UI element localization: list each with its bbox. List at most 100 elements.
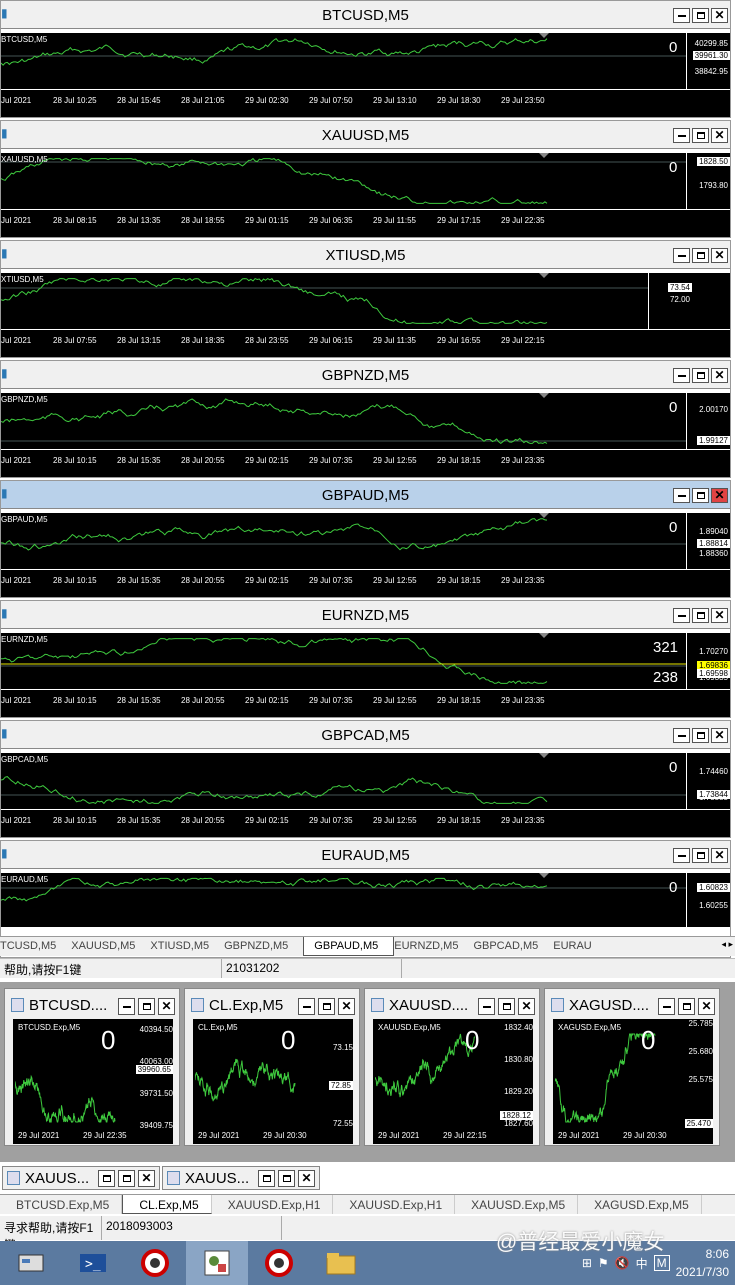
- chart-shift-marker[interactable]: [539, 273, 549, 278]
- chart-canvas[interactable]: BTCUSD,M5 0 40299.85 38842.95 39961.30 Jul 20…: [1, 33, 730, 117]
- maximize-button[interactable]: [692, 368, 709, 383]
- chart-shift-marker[interactable]: [539, 153, 549, 158]
- close-button[interactable]: ✕: [711, 728, 728, 743]
- title-bar[interactable]: ▮ GBPNZD,M5 ✕: [1, 361, 730, 389]
- terminal-app-icon-2[interactable]: [248, 1241, 310, 1285]
- tab-gbpnzd[interactable]: GBPNZD,M5: [224, 937, 303, 956]
- chart-window[interactable]: ▮ GBPAUD,M5 ✕ GBPAUD,M5 0 1.89040 1.88360 1.888…: [0, 480, 731, 598]
- chart-window[interactable]: ▮XTIUSD,M5✕ XTIUSD,M5072.0073.54Jul 20212…: [0, 240, 731, 358]
- minimized-window-2[interactable]: XAUUS... ✕: [162, 1166, 320, 1190]
- chart-canvas[interactable]: GBPCAD,M5 0 1.744601.735851.73844 Jul 2021 2…: [1, 753, 730, 837]
- time-axis[interactable]: Jul 2021 28 Jul 07:55 28 Jul 13:15 28 Jul 1…: [1, 329, 730, 357]
- mini-chart-canvas[interactable]: XAGUSD.Exp,M5 0 25.785 25.680 25.575 25.470 29…: [553, 1019, 713, 1144]
- title-bar[interactable]: ▮ XTIUSD,M5 ✕: [1, 241, 730, 269]
- chart-canvas[interactable]: XTIUSD,M5072.0073.54Jul 202128 Jul 07:55…: [1, 273, 730, 357]
- mini-chart-canvas[interactable]: CL.Exp,M5 0 73.15 72.55 72.85 29 Jul 2021 29 J…: [193, 1019, 353, 1144]
- minimize-button[interactable]: [673, 488, 690, 503]
- tab-euraud[interactable]: EURAU: [553, 937, 607, 956]
- tab-xauusd-h1[interactable]: XAUUSD.Exp,H1: [212, 1195, 334, 1214]
- minimize-button[interactable]: [673, 128, 690, 143]
- chart-shift-marker[interactable]: [539, 513, 549, 518]
- title-bar[interactable]: ▮ EURAUD,M5 ✕: [1, 841, 730, 869]
- maximize-button[interactable]: [498, 998, 515, 1015]
- minimize-button[interactable]: [298, 998, 315, 1015]
- close-button[interactable]: ✕: [518, 998, 535, 1015]
- mini-chart-window[interactable]: CL.Exp,M5 ✕ CL.Exp,M5 0 73.15 72.55 72.85 29 Ju…: [184, 988, 360, 1146]
- tab-xauusd-h1-2[interactable]: XAUUSD.Exp,H1: [333, 1195, 456, 1214]
- mini-chart-window[interactable]: BTCUSD.... ✕ BTCUSD.Exp,M5 0 40394.50 40063.0…: [4, 988, 180, 1146]
- server-manager-icon[interactable]: [0, 1241, 62, 1285]
- price-axis[interactable]: 40299.85 38842.95 39961.30: [686, 33, 730, 89]
- chart-shift-marker[interactable]: [539, 33, 549, 38]
- chart-window[interactable]: ▮XAUUSD,M5✕ XAUUSD,M501821.001793.801828.…: [0, 120, 731, 238]
- mini-chart-window[interactable]: XAUUSD.... ✕ XAUUSD.Exp,M5 0 1832.40 1830.80 1…: [364, 988, 540, 1146]
- chart-window[interactable]: ▮ BTCUSD,M5 ✕ BTCUSD,M5 0 40299.85 38842.95 399…: [0, 0, 731, 118]
- minimize-button[interactable]: [673, 8, 690, 23]
- price-axis[interactable]: 1821.001793.801828.50: [686, 153, 730, 209]
- volume-icon[interactable]: 🔇: [615, 1256, 630, 1270]
- price-axis[interactable]: 1.60255 1.60823: [686, 873, 730, 927]
- tab-gbpcad[interactable]: GBPCAD,M5: [473, 937, 553, 956]
- close-button[interactable]: ✕: [698, 998, 715, 1015]
- ime-indicator[interactable]: 中: [636, 1255, 648, 1272]
- close-button[interactable]: ✕: [711, 368, 728, 383]
- time-axis[interactable]: Jul 2021 28 Jul 10:15 28 Jul 15:35 28 Jul 2…: [1, 689, 730, 717]
- price-axis[interactable]: 1.702701.693351.698361.69598: [686, 633, 730, 689]
- maximize-button[interactable]: [118, 1170, 135, 1187]
- minimize-button[interactable]: [673, 368, 690, 383]
- folder-icon[interactable]: [310, 1241, 372, 1285]
- clock[interactable]: 8:06 2021/7/30: [676, 1245, 729, 1281]
- title-bar[interactable]: ▮ XAUUSD,M5 ✕: [1, 121, 730, 149]
- network-icon[interactable]: ⊞: [582, 1256, 592, 1270]
- terminal-app-icon[interactable]: [124, 1241, 186, 1285]
- minimized-window-1[interactable]: XAUUS... ✕: [2, 1166, 160, 1190]
- close-button[interactable]: ✕: [711, 8, 728, 23]
- maximize-button[interactable]: [692, 8, 709, 23]
- close-button[interactable]: ✕: [711, 608, 728, 623]
- price-axis[interactable]: 1.89040 1.88360 1.88814: [686, 513, 730, 569]
- title-bar[interactable]: ▮ BTCUSD,M5 ✕: [1, 1, 730, 29]
- price-axis[interactable]: 72.00 73.54: [648, 273, 692, 329]
- chart-canvas[interactable]: XAUUSD,M501821.001793.801828.50Jul 20212…: [1, 153, 730, 237]
- tab-btcusd[interactable]: TCUSD,M5: [0, 937, 71, 956]
- tab-xtiusd[interactable]: XTIUSD,M5: [150, 937, 224, 956]
- minimize-button[interactable]: [673, 248, 690, 263]
- time-axis[interactable]: Jul 2021 28 Jul 10:15 28 Jul 15:35 28 Jul 2…: [1, 449, 730, 477]
- powershell-icon[interactable]: >_: [62, 1241, 124, 1285]
- tab-xagusd-exp[interactable]: XAGUSD.Exp,M5: [578, 1195, 702, 1214]
- maximize-button[interactable]: [278, 1170, 295, 1187]
- ime-mode-icon[interactable]: M: [653, 1255, 670, 1271]
- minimize-button[interactable]: [673, 728, 690, 743]
- mini-chart-canvas[interactable]: BTCUSD.Exp,M5 0 40394.50 40063.00 39731.50 39…: [13, 1019, 173, 1144]
- tab-xauusd[interactable]: XAUUSD,M5: [71, 937, 150, 956]
- tab-scroll-arrows-icon[interactable]: ◂ ▸: [721, 939, 733, 950]
- maximize-button[interactable]: [692, 488, 709, 503]
- tab-eurnzd[interactable]: EURNZD,M5: [394, 937, 473, 956]
- close-button[interactable]: ✕: [711, 128, 728, 143]
- close-button[interactable]: ✕: [158, 998, 175, 1015]
- price-axis[interactable]: 1.744601.735851.73844: [686, 753, 730, 809]
- restore-button[interactable]: [258, 1170, 275, 1187]
- chart-canvas[interactable]: EURAUD,M5 0 1.60255 1.60823: [1, 873, 730, 927]
- chart-shift-marker[interactable]: [539, 753, 549, 758]
- close-button[interactable]: ✕: [298, 1170, 315, 1187]
- time-axis[interactable]: Jul 2021 28 Jul 08:15 28 Jul 13:35 28 Jul 1…: [1, 209, 730, 237]
- chart-shift-marker[interactable]: [539, 873, 549, 878]
- title-bar[interactable]: ▮ GBPCAD,M5 ✕: [1, 721, 730, 749]
- title-bar[interactable]: ▮ GBPAUD,M5 ✕: [1, 481, 730, 509]
- close-button[interactable]: ✕: [711, 248, 728, 263]
- maximize-button[interactable]: [692, 128, 709, 143]
- chart-canvas[interactable]: GBPNZD,M5 0 2.00170 1.99127 Jul 2021 28 Jul 1…: [1, 393, 730, 477]
- maximize-button[interactable]: [678, 998, 695, 1015]
- title-bar[interactable]: ▮ EURNZD,M5 ✕: [1, 601, 730, 629]
- maximize-button[interactable]: [318, 998, 335, 1015]
- price-axis[interactable]: 2.00170 1.99127: [686, 393, 730, 449]
- chart-window[interactable]: ▮GBPCAD,M5✕ GBPCAD,M501.744601.735851.738…: [0, 720, 731, 838]
- minimize-button[interactable]: [673, 608, 690, 623]
- minimize-button[interactable]: [478, 998, 495, 1015]
- restore-button[interactable]: [98, 1170, 115, 1187]
- chart-shift-marker[interactable]: [539, 633, 549, 638]
- mini-chart-canvas[interactable]: XAUUSD.Exp,M5 0 1832.40 1830.80 1829.20 1827.…: [373, 1019, 533, 1144]
- minimize-button[interactable]: [673, 848, 690, 863]
- chart-shift-marker[interactable]: [539, 393, 549, 398]
